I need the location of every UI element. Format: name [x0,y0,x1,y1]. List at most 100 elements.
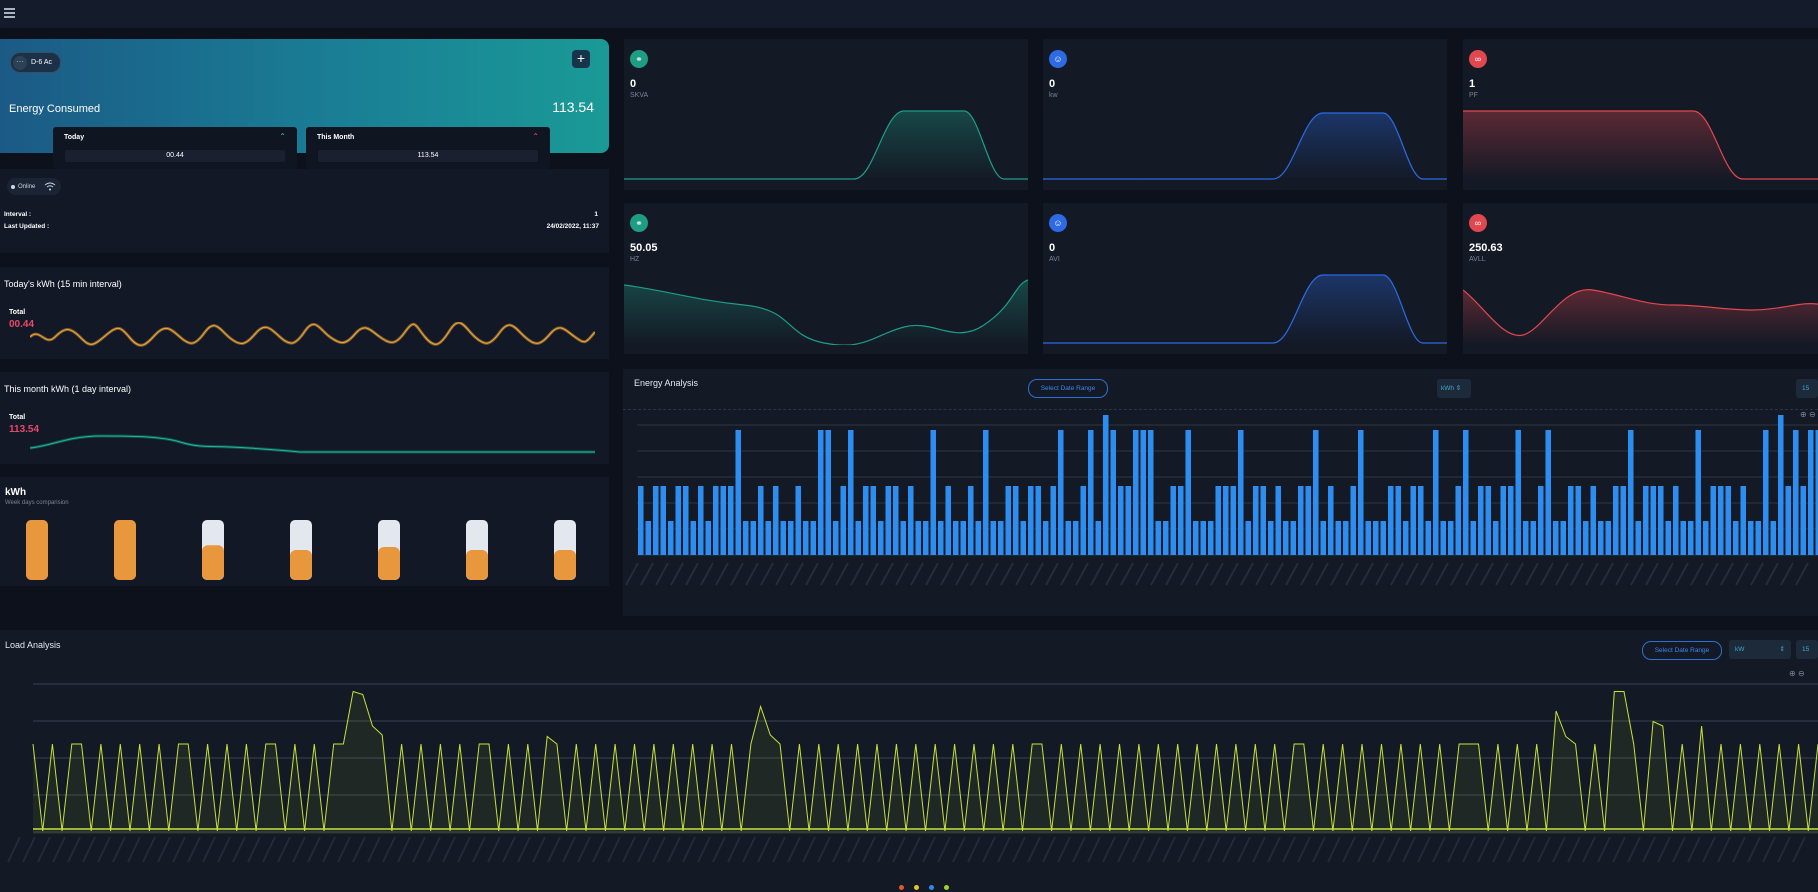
energy-bar[interactable] [1268,521,1274,555]
energy-bar[interactable] [795,486,802,555]
energy-bar[interactable] [1455,486,1462,555]
energy-bar[interactable] [1478,486,1484,555]
energy-bar[interactable] [1050,486,1057,555]
energy-bar[interactable] [840,486,847,555]
energy-bar[interactable] [863,486,869,555]
energy-bar[interactable] [1253,486,1259,555]
load-interval-select[interactable]: 15 [1796,640,1818,659]
energy-bar[interactable] [1508,486,1514,555]
energy-bar[interactable] [1500,486,1507,555]
energy-bar[interactable] [1763,430,1769,555]
energy-bar[interactable] [1118,486,1124,555]
energy-bar[interactable] [1298,486,1304,555]
energy-bar[interactable] [893,486,899,555]
energy-bar[interactable] [1553,521,1559,555]
energy-bar[interactable] [1020,521,1027,555]
energy-bar[interactable] [1388,486,1394,555]
energy-bar[interactable] [1688,521,1694,555]
energy-bar[interactable] [1185,430,1192,555]
energy-bar[interactable] [1635,521,1642,555]
legend-dot[interactable] [929,885,934,890]
energy-bar[interactable] [1125,486,1132,555]
energy-bar[interactable] [1440,521,1447,555]
energy-bar[interactable] [683,486,689,555]
energy-bar[interactable] [698,486,704,555]
energy-bar[interactable] [1545,430,1552,555]
energy-bar[interactable] [1200,521,1207,555]
energy-bar[interactable] [743,521,749,555]
energy-bar[interactable] [968,486,974,555]
energy-bar[interactable] [885,486,892,555]
energy-bar[interactable] [1433,430,1439,555]
energy-bar[interactable] [1013,486,1019,555]
energy-bar[interactable] [1238,430,1244,555]
energy-bar[interactable] [1418,486,1424,555]
energy-bar[interactable] [1058,430,1064,555]
energy-bar[interactable] [1605,521,1612,555]
energy-unit-select[interactable]: kWh ⇕ [1437,379,1471,398]
legend-dot[interactable] [899,885,904,890]
add-icon[interactable]: + [572,50,590,68]
energy-bar[interactable] [930,430,937,555]
energy-bar[interactable] [1380,521,1387,555]
energy-bar[interactable] [1583,521,1589,555]
energy-bar[interactable] [1650,486,1657,555]
energy-bar[interactable] [1538,486,1544,555]
energy-bar[interactable] [750,521,757,555]
energy-bar[interactable] [1485,486,1492,555]
energy-bar[interactable] [1365,521,1372,555]
energy-bar[interactable] [660,486,667,555]
energy-bar[interactable] [1065,521,1072,555]
energy-bar[interactable] [758,486,764,555]
energy-bar[interactable] [1155,521,1162,555]
legend-dot[interactable] [914,885,919,890]
energy-bar[interactable] [1733,521,1739,555]
energy-date-range-button[interactable]: Select Date Range [1028,379,1108,398]
energy-bar[interactable] [1410,486,1417,555]
energy-bar[interactable] [1463,430,1469,555]
energy-bar[interactable] [1425,521,1432,555]
energy-bar[interactable] [1178,486,1184,555]
energy-bar[interactable] [1080,486,1087,555]
energy-bar[interactable] [833,521,839,555]
energy-bar[interactable] [1755,521,1762,555]
energy-bar[interactable] [1785,486,1792,555]
energy-bar[interactable] [1748,521,1754,555]
energy-bar[interactable] [1245,521,1252,555]
chevron-up-icon[interactable]: ⌃ [279,132,286,141]
energy-bar[interactable] [1335,521,1342,555]
energy-bar[interactable] [713,486,719,555]
energy-bar[interactable] [1515,430,1522,555]
energy-bar[interactable] [705,521,712,555]
energy-bar[interactable] [1725,486,1732,555]
energy-bar[interactable] [870,486,877,555]
energy-bar[interactable] [1530,521,1537,555]
energy-bar[interactable] [1793,430,1799,555]
energy-bar[interactable] [653,486,659,555]
energy-bar[interactable] [1448,521,1454,555]
energy-bar[interactable] [975,521,982,555]
energy-bar[interactable] [1043,521,1049,555]
energy-bar[interactable] [765,521,772,555]
energy-bar[interactable] [1088,430,1094,555]
energy-bar[interactable] [1598,521,1604,555]
energy-bar[interactable] [983,430,989,555]
energy-bar[interactable] [1320,521,1327,555]
energy-bar[interactable] [855,521,862,555]
energy-bar[interactable] [915,521,922,555]
energy-bar[interactable] [1658,486,1664,555]
energy-bar[interactable] [1170,486,1177,555]
energy-bar[interactable] [1470,521,1477,555]
energy-bar[interactable] [818,430,824,555]
energy-bar[interactable] [1028,486,1034,555]
chevron-up-icon[interactable]: ⌃ [532,132,539,141]
energy-bar[interactable] [720,486,727,555]
energy-bar[interactable] [1695,430,1702,555]
energy-bar[interactable] [1560,521,1567,555]
energy-bar[interactable] [1275,486,1282,555]
load-unit-select[interactable]: kW ⇕ [1729,640,1791,659]
energy-bar[interactable] [1103,415,1109,555]
energy-bar[interactable] [1808,430,1814,555]
energy-bar[interactable] [1493,521,1499,555]
energy-bar[interactable] [1673,486,1679,555]
